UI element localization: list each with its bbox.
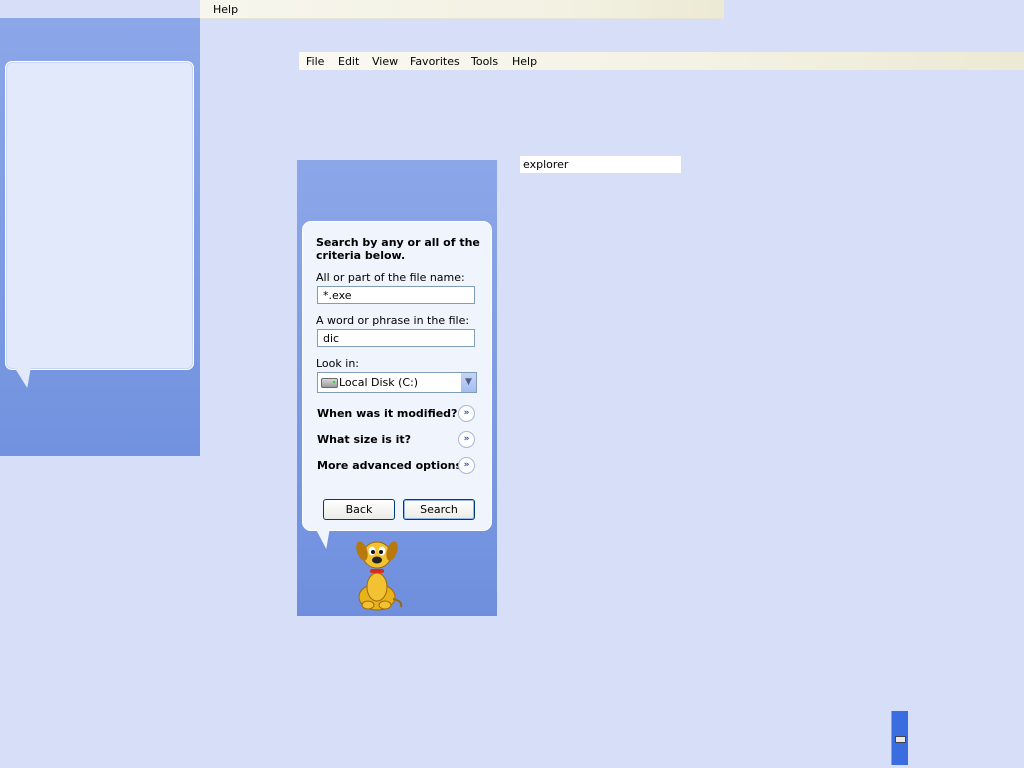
menu-edit[interactable]: Edit <box>338 55 359 68</box>
option-advanced-label: More advanced options <box>317 459 463 472</box>
option-modified[interactable]: When was it modified? » <box>317 404 477 422</box>
filename-label: All or part of the file name: <box>316 271 465 284</box>
top-menu-strip: Help <box>200 0 724 19</box>
keyboard-icon[interactable] <box>895 736 906 743</box>
local-disk-icon <box>321 378 338 388</box>
search-heading: Search by any or all of the criteria bel… <box>316 236 480 262</box>
option-advanced[interactable]: More advanced options » <box>317 456 477 474</box>
dropdown-arrow-icon[interactable]: ▼ <box>460 373 476 392</box>
phrase-label: A word or phrase in the file: <box>316 314 470 327</box>
double-chevron-down-icon[interactable]: » <box>458 457 475 474</box>
search-speech-bubble: Search by any or all of the criteria bel… <box>302 221 492 531</box>
menu-tools[interactable]: Tools <box>471 55 498 68</box>
option-size-label: What size is it? <box>317 433 412 446</box>
filename-input[interactable]: *.exe <box>317 286 475 304</box>
lookin-label: Look in: <box>316 357 359 370</box>
option-modified-label: When was it modified? <box>317 407 458 420</box>
search-dog-icon[interactable] <box>343 537 407 612</box>
menu-favorites[interactable]: Favorites <box>410 55 460 68</box>
ghost-search-panel <box>0 18 200 456</box>
search-button[interactable]: Search <box>403 499 475 520</box>
double-chevron-down-icon[interactable]: » <box>458 405 475 422</box>
top-help-menu[interactable]: Help <box>213 3 238 16</box>
double-chevron-down-icon[interactable]: » <box>458 431 475 448</box>
menu-view[interactable]: View <box>372 55 398 68</box>
ghost-bubble-tail <box>14 368 38 388</box>
bubble-tail <box>315 529 337 549</box>
lookin-value: Local Disk (C:) <box>339 376 419 389</box>
back-button[interactable]: Back <box>323 499 395 520</box>
lookin-select[interactable]: Local Disk (C:) ▼ <box>317 372 477 393</box>
menu-file[interactable]: File <box>306 55 324 68</box>
menu-bar: File Edit View Favorites Tools Help <box>299 52 1024 70</box>
explorer-text-field[interactable]: explorer <box>520 156 681 173</box>
phrase-input[interactable]: dic <box>317 329 475 347</box>
ghost-speech-bubble <box>5 61 194 370</box>
language-bar[interactable] <box>891 711 908 765</box>
menu-help[interactable]: Help <box>512 55 537 68</box>
option-size[interactable]: What size is it? » <box>317 430 477 448</box>
search-companion-panel: Search by any or all of the criteria bel… <box>297 160 497 616</box>
